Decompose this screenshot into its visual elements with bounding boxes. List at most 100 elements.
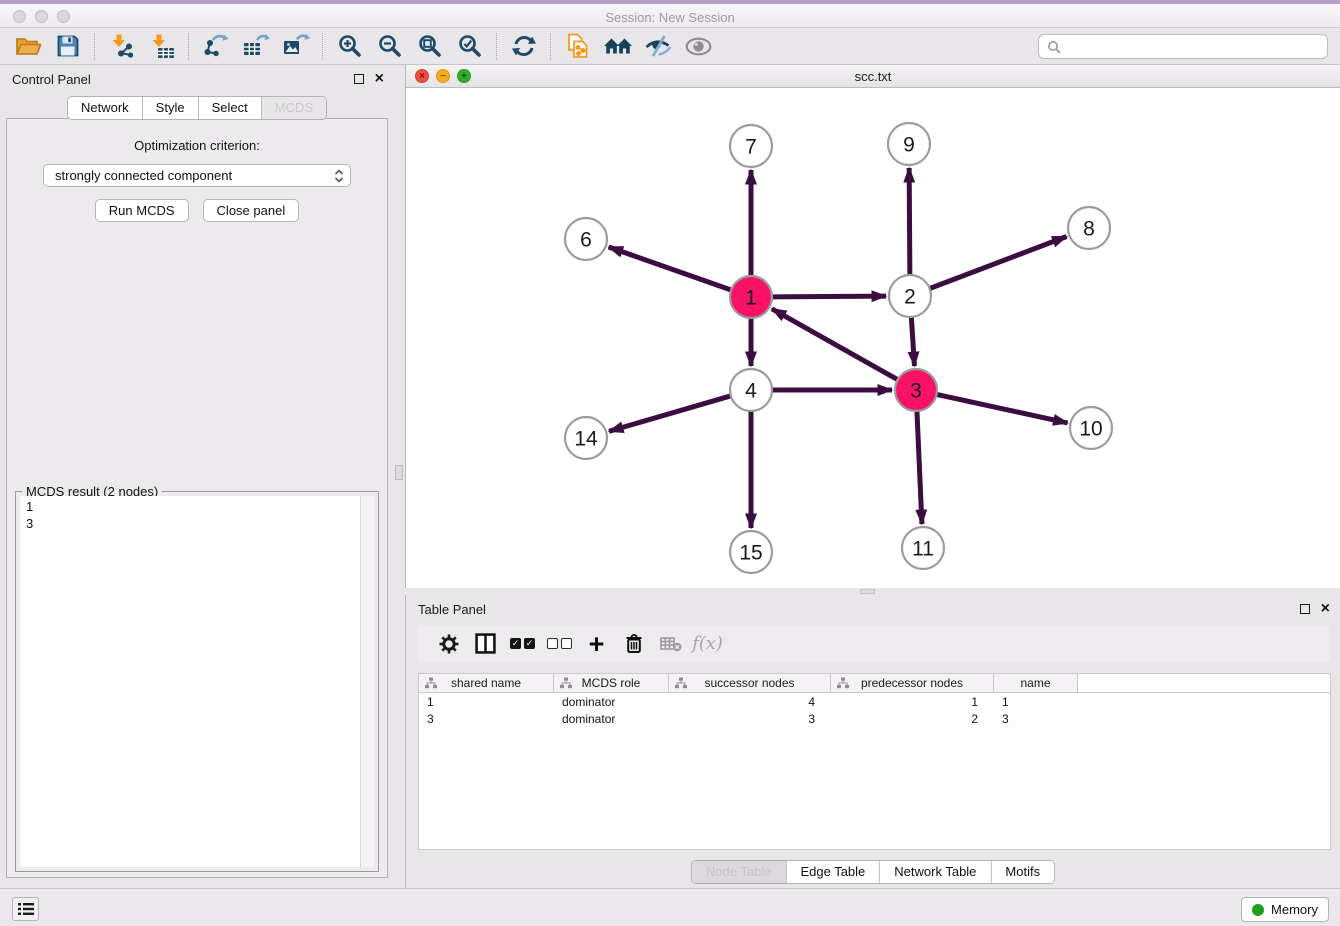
graph-edge-1-6[interactable]: [609, 247, 732, 290]
column-header-successor-nodes[interactable]: successor nodes: [669, 674, 831, 692]
close-panel-icon[interactable]: ×: [375, 73, 384, 84]
close-panel-button[interactable]: Close panel: [203, 199, 300, 222]
zoom-in-button[interactable]: [330, 31, 370, 61]
memory-button[interactable]: Memory: [1241, 897, 1329, 922]
zoom-selected-button[interactable]: [450, 31, 490, 61]
deselect-all-button[interactable]: [541, 629, 578, 659]
task-history-button[interactable]: [12, 897, 39, 921]
home-networks-button[interactable]: [598, 31, 638, 61]
export-table-button[interactable]: [236, 31, 276, 61]
add-column-button[interactable]: +: [578, 629, 615, 659]
table-header-row: shared name MCDS role successor nodes pr…: [419, 674, 1330, 693]
column-header-name[interactable]: name: [994, 674, 1078, 692]
result-scrollbar[interactable]: [360, 496, 374, 867]
tab-select[interactable]: Select: [199, 97, 262, 119]
control-panel-header: Control Panel ×: [0, 65, 394, 93]
fx-icon: f(x): [692, 633, 723, 654]
tree-icon: [560, 677, 572, 692]
control-panel-tabs: Network Style Select MCDS: [67, 96, 327, 120]
network-canvas[interactable]: 1234678910111415: [406, 88, 1340, 588]
eye-icon: [685, 37, 712, 56]
show-column-button[interactable]: [467, 629, 504, 659]
horizontal-splitter[interactable]: [405, 588, 1340, 595]
cell-name[interactable]: 1: [994, 695, 1078, 709]
delete-table-icon: [660, 636, 682, 652]
list-icon: [18, 902, 34, 916]
network-graph[interactable]: 1234678910111415: [406, 88, 1340, 588]
zoom-out-button[interactable]: [370, 31, 410, 61]
cell-mcds-role[interactable]: dominator: [554, 712, 669, 726]
control-panel: Control Panel × Network Style Select MCD…: [0, 65, 394, 888]
mcds-result-box: MCDS result (2 nodes) 1 3: [15, 491, 379, 872]
apply-layout-button[interactable]: [504, 31, 544, 61]
cell-name[interactable]: 3: [994, 712, 1078, 726]
tab-style[interactable]: Style: [143, 97, 199, 119]
graph-edge-4-14[interactable]: [609, 396, 732, 432]
graph-node-label-1: 1: [745, 287, 757, 310]
graph-edge-2-3[interactable]: [911, 316, 914, 366]
save-session-button[interactable]: [48, 31, 88, 61]
cell-predecessor-nodes[interactable]: 2: [831, 712, 994, 726]
toolbar-separator: [496, 33, 498, 60]
graph-edge-2-8[interactable]: [929, 237, 1067, 289]
run-mcds-button[interactable]: Run MCDS: [95, 199, 189, 222]
select-all-button[interactable]: ✓✓: [504, 629, 541, 659]
tab-network[interactable]: Network: [68, 97, 143, 119]
tab-mcds[interactable]: MCDS: [262, 97, 326, 119]
column-header-predecessor-nodes[interactable]: predecessor nodes: [831, 674, 994, 692]
network-view-window: × − + scc.txt 1234678910111415: [405, 65, 1340, 588]
graphics-details-button[interactable]: [638, 31, 678, 61]
table-settings-button[interactable]: [430, 629, 467, 659]
search-box[interactable]: [1038, 34, 1328, 59]
graph-edge-2-9[interactable]: [909, 168, 910, 276]
bird-view-button[interactable]: [678, 31, 718, 61]
control-panel-title: Control Panel: [12, 72, 91, 87]
zoom-fit-button[interactable]: [410, 31, 450, 61]
tab-node-table[interactable]: Node Table: [692, 861, 787, 883]
graph-node-label-9: 9: [903, 134, 915, 157]
float-panel-icon[interactable]: [354, 74, 364, 84]
graph-edge-3-11[interactable]: [917, 410, 922, 524]
vertical-splitter[interactable]: [394, 65, 405, 888]
cell-mcds-role[interactable]: dominator: [554, 695, 669, 709]
zoom-in-icon: [338, 34, 362, 58]
export-network-button[interactable]: [196, 31, 236, 61]
cell-shared-name[interactable]: 3: [419, 712, 554, 726]
column-header-shared-name[interactable]: shared name: [419, 674, 554, 692]
graph-node-label-2: 2: [904, 286, 916, 309]
memory-status-dot: [1252, 904, 1264, 916]
mcds-result-list[interactable]: 1 3: [20, 496, 361, 867]
network-window-titlebar: × − + scc.txt: [406, 65, 1340, 88]
delete-table-button: [652, 629, 689, 659]
import-network-button[interactable]: [102, 31, 142, 61]
cell-successor-nodes[interactable]: 4: [669, 695, 831, 709]
cell-predecessor-nodes[interactable]: 1: [831, 695, 994, 709]
graph-edge-1-2[interactable]: [771, 296, 886, 297]
duplicate-network-button[interactable]: [558, 31, 598, 61]
search-input[interactable]: [1067, 38, 1319, 55]
tab-motifs[interactable]: Motifs: [991, 861, 1054, 883]
optimization-criterion-label: Optimization criterion:: [7, 138, 387, 153]
close-panel-icon[interactable]: ×: [1321, 603, 1330, 614]
column-header-mcds-role[interactable]: MCDS role: [554, 674, 669, 692]
cell-successor-nodes[interactable]: 3: [669, 712, 831, 726]
tab-edge-table[interactable]: Edge Table: [786, 861, 880, 883]
table-row[interactable]: 3 dominator 3 2 3: [419, 710, 1330, 727]
criterion-select[interactable]: strongly connected component: [43, 164, 351, 187]
graph-node-label-3: 3: [910, 380, 922, 403]
tab-network-table[interactable]: Network Table: [880, 861, 991, 883]
cell-shared-name[interactable]: 1: [419, 695, 554, 709]
toolbar-separator: [550, 33, 552, 60]
float-panel-icon[interactable]: [1300, 604, 1310, 614]
graph-edge-3-10[interactable]: [936, 394, 1068, 423]
delete-column-button[interactable]: [615, 629, 652, 659]
export-image-button[interactable]: [276, 31, 316, 61]
application-window: Session: New Session Control Panel: [0, 0, 1340, 926]
table-row[interactable]: 1 dominator 4 1 1: [419, 693, 1330, 710]
graph-edge-3-1[interactable]: [772, 309, 899, 380]
export-network-icon: [203, 33, 229, 59]
horizontal-splitter-handle[interactable]: [860, 589, 875, 594]
open-file-button[interactable]: [8, 31, 48, 61]
vertical-splitter-handle[interactable]: [395, 465, 403, 480]
import-table-button[interactable]: [142, 31, 182, 61]
